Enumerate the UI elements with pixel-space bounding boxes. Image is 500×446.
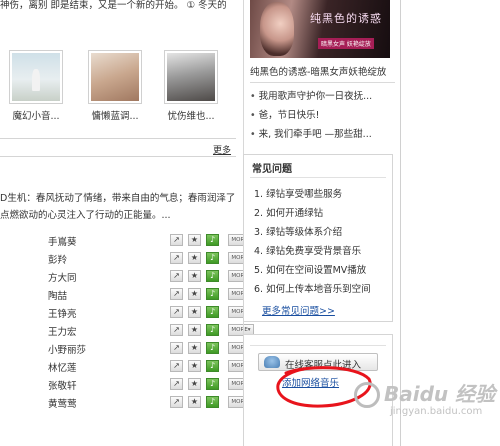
singer-row: 彭羚 ↗ ★ ♪ MORE▾: [0, 250, 254, 267]
faq-item[interactable]: 4. 绿钻免费享受背景音乐: [254, 242, 392, 261]
singer-row: 陶喆 ↗ ★ ♪ MORE▾: [0, 286, 254, 303]
add-network-music-link[interactable]: 添加网络音乐: [282, 375, 339, 389]
favorite-star-icon[interactable]: ★: [188, 252, 201, 264]
banner-portrait: [260, 2, 294, 56]
faq-item[interactable]: 5. 如何在空间设置MV播放: [254, 261, 392, 280]
share-icon[interactable]: ↗: [170, 360, 183, 372]
favorite-star-icon[interactable]: ★: [188, 378, 201, 390]
online-service-label: 在线客服点此进入: [285, 360, 362, 371]
faq-more-link[interactable]: 更多常见问题>>: [262, 303, 335, 317]
share-icon[interactable]: ↗: [170, 252, 183, 264]
customer-service-icon: [264, 356, 280, 368]
album-caption[interactable]: 慵懒蓝调...: [84, 108, 146, 122]
share-icon[interactable]: ↗: [170, 342, 183, 354]
singer-name[interactable]: 小野丽莎: [48, 342, 86, 356]
singer-row: 王力宏 ↗ ★ ♪ MORE▾: [0, 322, 254, 339]
divider: [250, 177, 386, 178]
share-icon[interactable]: ↗: [170, 378, 183, 390]
right-sidebar: 纯黑色的诱惑 暗黑女声 妖艳绽放 纯黑色的诱惑-暗黑女声妖艳绽放 我用歌声守护你…: [243, 0, 395, 446]
album-caption[interactable]: 魔幻小音...: [5, 108, 67, 122]
banner-tag: 暗黑女声 妖艳绽放: [318, 38, 374, 49]
faq-item[interactable]: 3. 绿钻等级体系介绍: [254, 223, 392, 242]
faq-list: 1. 绿钻享受哪些服务 2. 如何开通绿钻 3. 绿钻等级体系介绍 4. 绿钻免…: [254, 185, 392, 299]
share-icon[interactable]: ↗: [170, 234, 183, 246]
singer-row: 林忆莲 ↗ ★ ♪ MORE▾: [0, 358, 254, 375]
faq-panel: 常见问题 1. 绿钻享受哪些服务 2. 如何开通绿钻 3. 绿钻等级体系介绍 4…: [243, 154, 393, 322]
green-music-icon[interactable]: ♪: [206, 378, 219, 390]
album-item[interactable]: 忧伤维也...: [160, 50, 222, 122]
featured-item[interactable]: 爸，节日快乐!: [250, 107, 395, 126]
page-margin: [401, 0, 500, 446]
faq-title: 常见问题: [252, 164, 292, 175]
green-music-icon[interactable]: ♪: [206, 342, 219, 354]
favorite-star-icon[interactable]: ★: [188, 288, 201, 300]
intro-text: 神伤，离别 即是结束，又是一个新的开始。 ① 冬天的: [0, 0, 227, 11]
share-icon[interactable]: ↗: [170, 396, 183, 408]
divider: [250, 82, 395, 83]
left-column: 神伤，离别 即是结束，又是一个新的开始。 ① 冬天的 魔幻小音... 慵懒蓝调.…: [0, 0, 254, 446]
green-music-icon[interactable]: ♪: [206, 396, 219, 408]
favorite-star-icon[interactable]: ★: [188, 342, 201, 354]
divider: [0, 138, 236, 139]
share-icon[interactable]: ↗: [170, 306, 183, 318]
banner-title-art: 纯黑色的诱惑: [310, 12, 382, 25]
album-thumbnails: 魔幻小音... 慵懒蓝调... 忧伤维也...: [0, 50, 240, 130]
singer-row: 小野丽莎 ↗ ★ ♪ MORE▾: [0, 340, 254, 357]
singer-name[interactable]: 林忆莲: [48, 360, 77, 374]
album-caption[interactable]: 忧伤维也...: [160, 108, 222, 122]
faq-item[interactable]: 2. 如何开通绿钻: [254, 204, 392, 223]
album-item[interactable]: 慵懒蓝调...: [84, 50, 146, 122]
green-music-icon[interactable]: ♪: [206, 270, 219, 282]
green-music-icon[interactable]: ♪: [206, 288, 219, 300]
singer-name[interactable]: 黄莺莺: [48, 396, 77, 410]
featured-item[interactable]: 我用歌声守护你一日夜抚...: [250, 88, 395, 107]
singer-row: 黄莺莺 ↗ ★ ♪ MORE▾: [0, 394, 254, 411]
singer-name[interactable]: 王铮亮: [48, 306, 77, 320]
divider: [0, 156, 236, 157]
featured-item[interactable]: 来, 我们牵手吧 —那些甜...: [250, 126, 395, 145]
promo-banner[interactable]: 纯黑色的诱惑 暗黑女声 妖艳绽放: [250, 0, 390, 58]
favorite-star-icon[interactable]: ★: [188, 360, 201, 372]
share-icon[interactable]: ↗: [170, 270, 183, 282]
singer-row: 张敬轩 ↗ ★ ♪ MORE▾: [0, 376, 254, 393]
singer-name[interactable]: 彭羚: [48, 252, 67, 266]
service-panel: 在线客服点此进入 添加网络音乐: [243, 334, 393, 446]
singer-row: 方大同 ↗ ★ ♪ MORE▾: [0, 268, 254, 285]
description-text: D生机：春风抚动了情绪，带来自由的气息；春雨润泽了 点燃欲动的心灵注入了行动的正…: [0, 193, 236, 221]
album-cover[interactable]: [164, 50, 218, 104]
online-service-button[interactable]: 在线客服点此进入: [258, 353, 378, 371]
favorite-star-icon[interactable]: ★: [188, 396, 201, 408]
divider: [250, 345, 386, 346]
green-music-icon[interactable]: ♪: [206, 360, 219, 372]
banner-caption-link[interactable]: 纯黑色的诱惑-暗黑女声妖艳绽放: [250, 64, 395, 78]
album-cover[interactable]: [88, 50, 142, 104]
green-music-icon[interactable]: ♪: [206, 252, 219, 264]
green-music-icon[interactable]: ♪: [206, 324, 219, 336]
favorite-star-icon[interactable]: ★: [188, 324, 201, 336]
featured-list: 我用歌声守护你一日夜抚... 爸，节日快乐! 来, 我们牵手吧 —那些甜...: [250, 88, 395, 145]
singer-name[interactable]: 手嶌葵: [48, 234, 77, 248]
singer-row: 手嶌葵 ↗ ★ ♪ MORE▾: [0, 232, 254, 249]
singer-name[interactable]: 王力宏: [48, 324, 77, 338]
album-item[interactable]: 魔幻小音...: [5, 50, 67, 122]
album-cover[interactable]: [9, 50, 63, 104]
favorite-star-icon[interactable]: ★: [188, 270, 201, 282]
share-icon[interactable]: ↗: [170, 324, 183, 336]
singer-name[interactable]: 张敬轩: [48, 378, 77, 392]
green-music-icon[interactable]: ♪: [206, 306, 219, 318]
favorite-star-icon[interactable]: ★: [188, 234, 201, 246]
faq-item[interactable]: 6. 如何上传本地音乐到空间: [254, 280, 392, 299]
singer-name[interactable]: 方大同: [48, 270, 77, 284]
favorite-star-icon[interactable]: ★: [188, 306, 201, 318]
albums-more-link[interactable]: 更多: [213, 143, 231, 156]
singer-name[interactable]: 陶喆: [48, 288, 67, 302]
faq-item[interactable]: 1. 绿钻享受哪些服务: [254, 185, 392, 204]
green-music-icon[interactable]: ♪: [206, 234, 219, 246]
share-icon[interactable]: ↗: [170, 288, 183, 300]
singer-row: 王铮亮 ↗ ★ ♪ MORE▾: [0, 304, 254, 321]
